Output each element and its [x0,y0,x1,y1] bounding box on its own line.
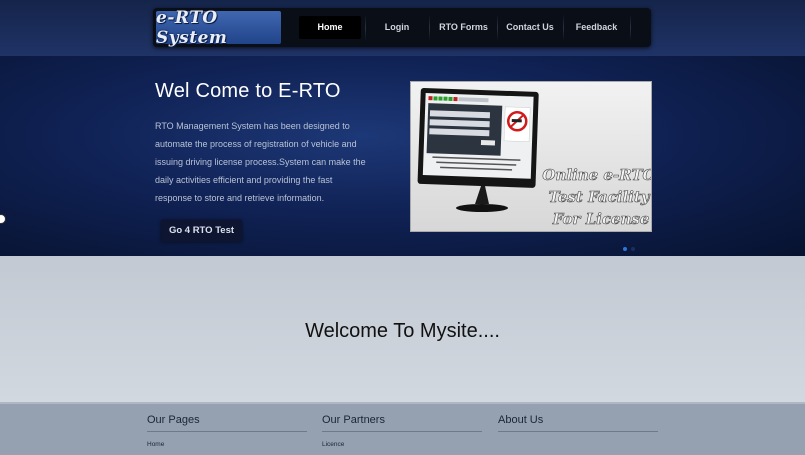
footer-heading: About Us [498,414,658,432]
slide-caption-line: For License [552,210,650,228]
footer-heading: Our Partners [322,414,482,432]
slider-pagination [623,238,639,256]
slider-image: Online e-RTO Test Facility For License [410,81,656,232]
footer-heading: Our Pages [147,414,307,432]
footer-column-about-us: About Us [498,414,658,432]
welcome-heading: Welcome To Mysite.... [305,320,500,342]
top-header: e-RTO System Home Login RTO Forms Contac… [0,0,805,56]
footer-link-licence[interactable]: Licence [322,441,482,448]
nav-feedback[interactable]: Feedback [564,16,629,39]
nav-divider [630,14,631,41]
nav-login[interactable]: Login [366,16,428,39]
slide-caption-line: Test Facility [548,188,650,206]
footer-column-our-pages: Our Pages Home [147,414,307,448]
nav-bar: e-RTO System Home Login RTO Forms Contac… [153,8,651,48]
slide-caption-line: Online e-RTO [542,166,651,184]
monitor-illustration: Online e-RTO Test Facility For License [417,87,656,228]
rto-test-button[interactable]: Go 4 RTO Test [161,220,242,242]
nav-home[interactable]: Home [299,16,361,39]
welcome-section: Welcome To Mysite.... [0,256,805,402]
slider-dot[interactable] [631,247,635,251]
hero-section: Wel Come to E-RTO RTO Management System … [0,56,805,256]
site-logo[interactable]: e-RTO System [156,8,281,48]
footer-link-home[interactable]: Home [147,441,307,448]
footer: Our Pages Home Our Partners Licence Abou… [0,402,805,455]
footer-column-our-partners: Our Partners Licence [322,414,482,448]
hero-description: RTO Management System has been designed … [155,121,366,203]
nav-contact-us[interactable]: Contact Us [498,16,562,39]
hero-title: Wel Come to E-RTO [155,80,341,102]
slider-dot-active[interactable] [623,247,627,251]
nav-rto-forms[interactable]: RTO Forms [430,16,497,39]
